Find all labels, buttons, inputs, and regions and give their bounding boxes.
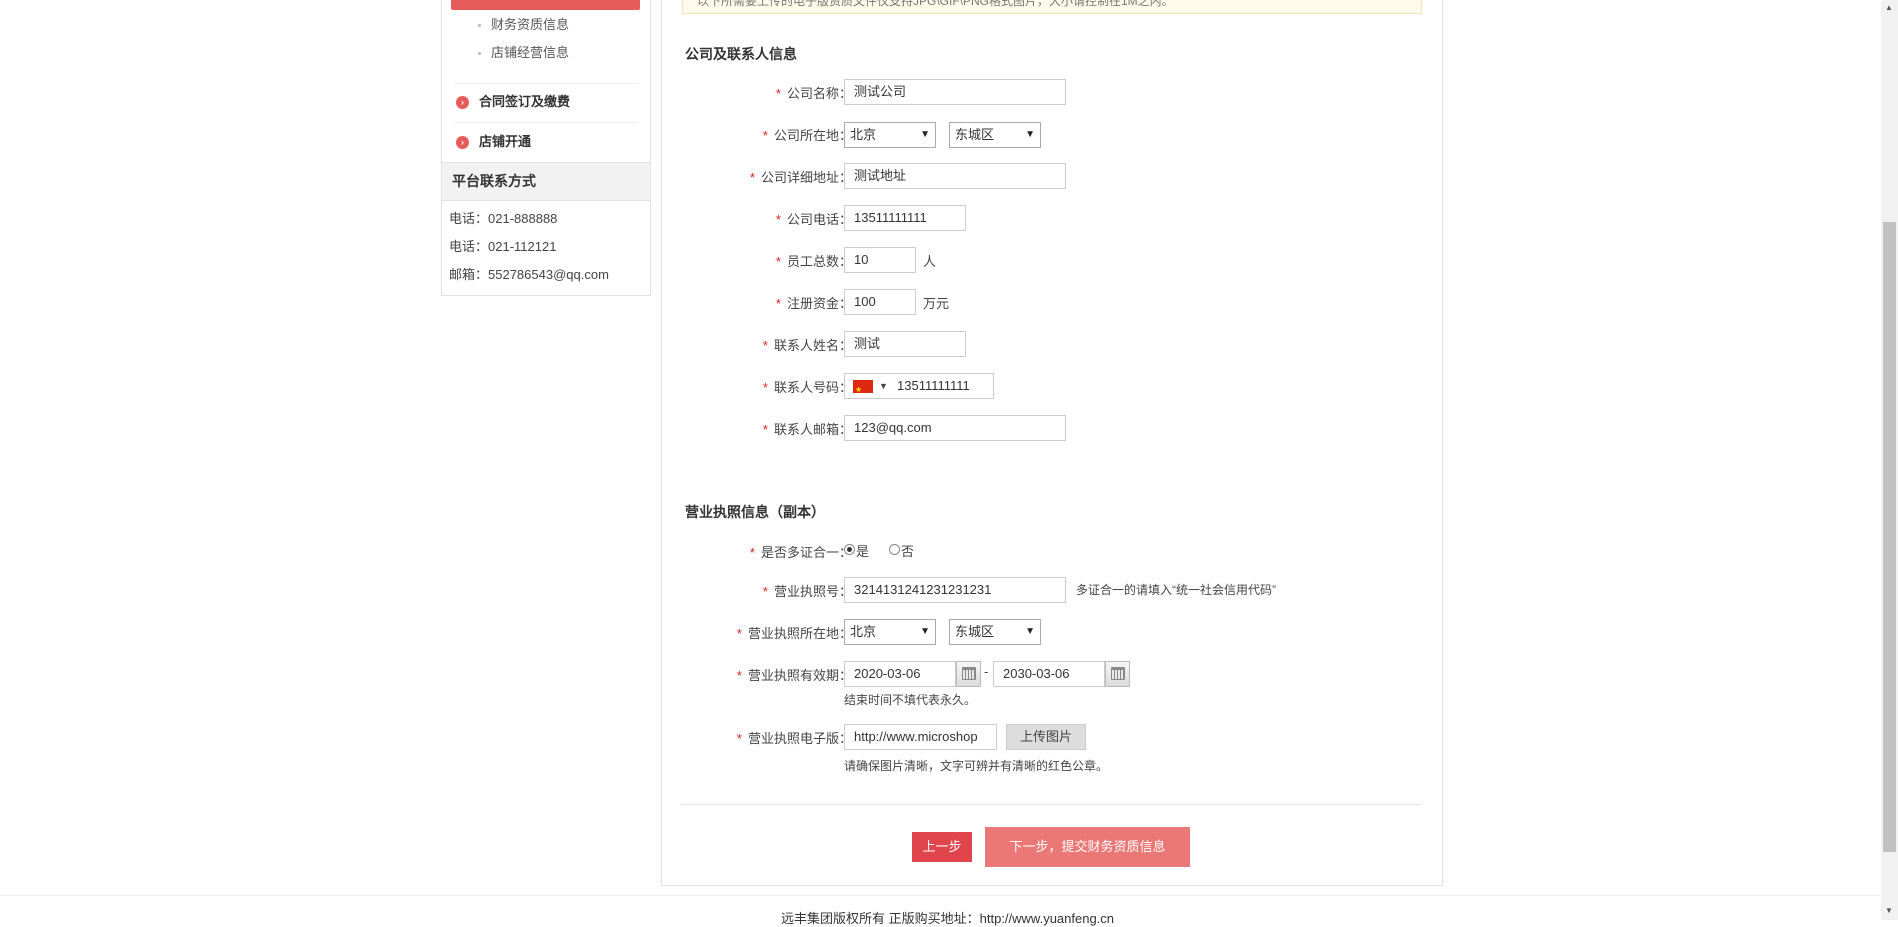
capital-input[interactable]: 100 (844, 289, 916, 315)
dropdown-arrow-icon: ▼ (1025, 626, 1035, 637)
company-province-select[interactable]: 北京 ▼ (844, 122, 936, 148)
next-step-button[interactable]: 下一步，提交财务资质信息 (985, 827, 1190, 867)
chevron-right-icon: › (456, 136, 469, 149)
section-title-company: 公司及联系人信息 (685, 46, 797, 62)
label-employees: * 员工总数： (775, 254, 852, 269)
sidebar-item-shop-info[interactable]: 店铺经营信息 (478, 43, 569, 63)
dropdown-arrow-icon: ▼ (879, 381, 888, 391)
label-contact-name: * 联系人姓名： (762, 338, 852, 353)
calendar-icon[interactable] (956, 661, 981, 687)
label-validity: * 营业执照有效期： (736, 668, 852, 683)
validity-start-input[interactable]: 2020-03-06 (844, 661, 956, 687)
divider (681, 804, 1422, 805)
sidebar-item-finance[interactable]: 财务资质信息 (478, 15, 569, 35)
company-district-select[interactable]: 东城区 ▼ (949, 122, 1041, 148)
form-panel: 以下所需要上传的电子版资质文件仅支持JPG\GIF\PNG格式图片，大小请控制在… (661, 0, 1443, 886)
license-no-input[interactable]: 3214131241231231231 (844, 577, 1066, 603)
bullet-icon (478, 52, 481, 56)
e-copy-url-input[interactable]: http://www.microshop (844, 724, 997, 750)
multi-cert-no-label[interactable]: 否 (901, 541, 914, 560)
contact-phone-2: 电话：021-112121 (449, 239, 557, 254)
capital-unit: 万元 (923, 296, 950, 311)
scroll-up-icon[interactable]: ▲ (1885, 3, 1893, 12)
employees-unit: 人 (923, 254, 937, 269)
license-province-select[interactable]: 北京 ▼ (844, 619, 936, 645)
validity-end-input[interactable]: 2030-03-06 (993, 661, 1105, 687)
prev-step-button[interactable]: 上一步 (912, 832, 972, 862)
company-name-input[interactable]: 测试公司 (844, 79, 1066, 105)
label-capital: * 注册资金： (775, 296, 852, 311)
license-district-select[interactable]: 东城区 ▼ (949, 619, 1041, 645)
multi-cert-no-radio[interactable] (889, 544, 900, 555)
active-step-bar[interactable] (451, 0, 640, 10)
label-company-name: * 公司名称： (775, 86, 852, 101)
chevron-right-icon: › (456, 96, 469, 109)
contact-email: 邮箱：552786543@qq.com (449, 267, 609, 282)
validity-hint: 结束时间不填代表永久。 (844, 693, 977, 707)
label-multi-cert: * 是否多证合一： (749, 545, 852, 560)
dropdown-arrow-icon: ▼ (920, 626, 930, 637)
footer-copyright: 远丰集团版权所有 正版购买地址：http://www.yuanfeng.cn (781, 911, 1115, 926)
company-phone-input[interactable]: 13511111111 (844, 205, 966, 231)
calendar-icon[interactable] (1105, 661, 1130, 687)
bullet-icon (478, 24, 481, 28)
dropdown-arrow-icon: ▼ (920, 129, 930, 140)
sidebar-step-shop-open[interactable]: › 店铺开通 (442, 123, 650, 161)
label-company-address: * 公司详细地址： (749, 170, 852, 185)
footer-divider (0, 895, 1880, 896)
sidebar: 财务资质信息 店铺经营信息 › 合同签订及缴费 › 店铺开通 平台联系方式 电话… (441, 0, 651, 296)
china-flag-icon[interactable] (853, 378, 873, 402)
label-license-location: * 营业执照所在地： (736, 626, 852, 641)
dropdown-arrow-icon: ▼ (1025, 129, 1035, 140)
company-address-input[interactable]: 测试地址 (844, 163, 1066, 189)
label-license-no: * 营业执照号： (762, 584, 852, 599)
label-e-copy: * 营业执照电子版： (736, 731, 852, 746)
contact-title: 平台联系方式 (442, 162, 650, 201)
label-company-phone: * 公司电话： (775, 212, 852, 227)
scrollbar-thumb[interactable] (1883, 222, 1896, 852)
contact-email-input[interactable]: 123@qq.com (844, 415, 1066, 441)
contact-phone-input[interactable]: ▼ 13511111111 (844, 373, 994, 402)
employees-input[interactable]: 10 (844, 247, 916, 273)
label-contact-email: * 联系人邮箱： (762, 422, 852, 437)
validity-separator: - (984, 664, 989, 679)
license-no-hint: 多证合一的请填入“统一社会信用代码” (1076, 583, 1276, 597)
section-title-license: 营业执照信息（副本） (685, 504, 825, 520)
contact-phone-1: 电话：021-888888 (449, 211, 558, 226)
contact-name-input[interactable]: 测试 (844, 331, 966, 357)
label-company-location: * 公司所在地： (762, 128, 852, 143)
label-contact-phone: * 联系人号码： (762, 380, 852, 395)
multi-cert-yes-label[interactable]: 是 (856, 541, 869, 560)
sidebar-step-contract[interactable]: › 合同签订及缴费 (442, 83, 650, 121)
e-copy-hint: 请确保图片清晰，文字可辨并有清晰的红色公章。 (844, 759, 1109, 773)
upload-notice: 以下所需要上传的电子版资质文件仅支持JPG\GIF\PNG格式图片，大小请控制在… (682, 0, 1422, 14)
scroll-down-icon[interactable]: ▼ (1885, 906, 1893, 915)
upload-image-button[interactable]: 上传图片 (1006, 724, 1086, 750)
vertical-scrollbar[interactable]: ▲ ▼ (1881, 0, 1898, 920)
multi-cert-yes-radio[interactable] (844, 544, 855, 555)
